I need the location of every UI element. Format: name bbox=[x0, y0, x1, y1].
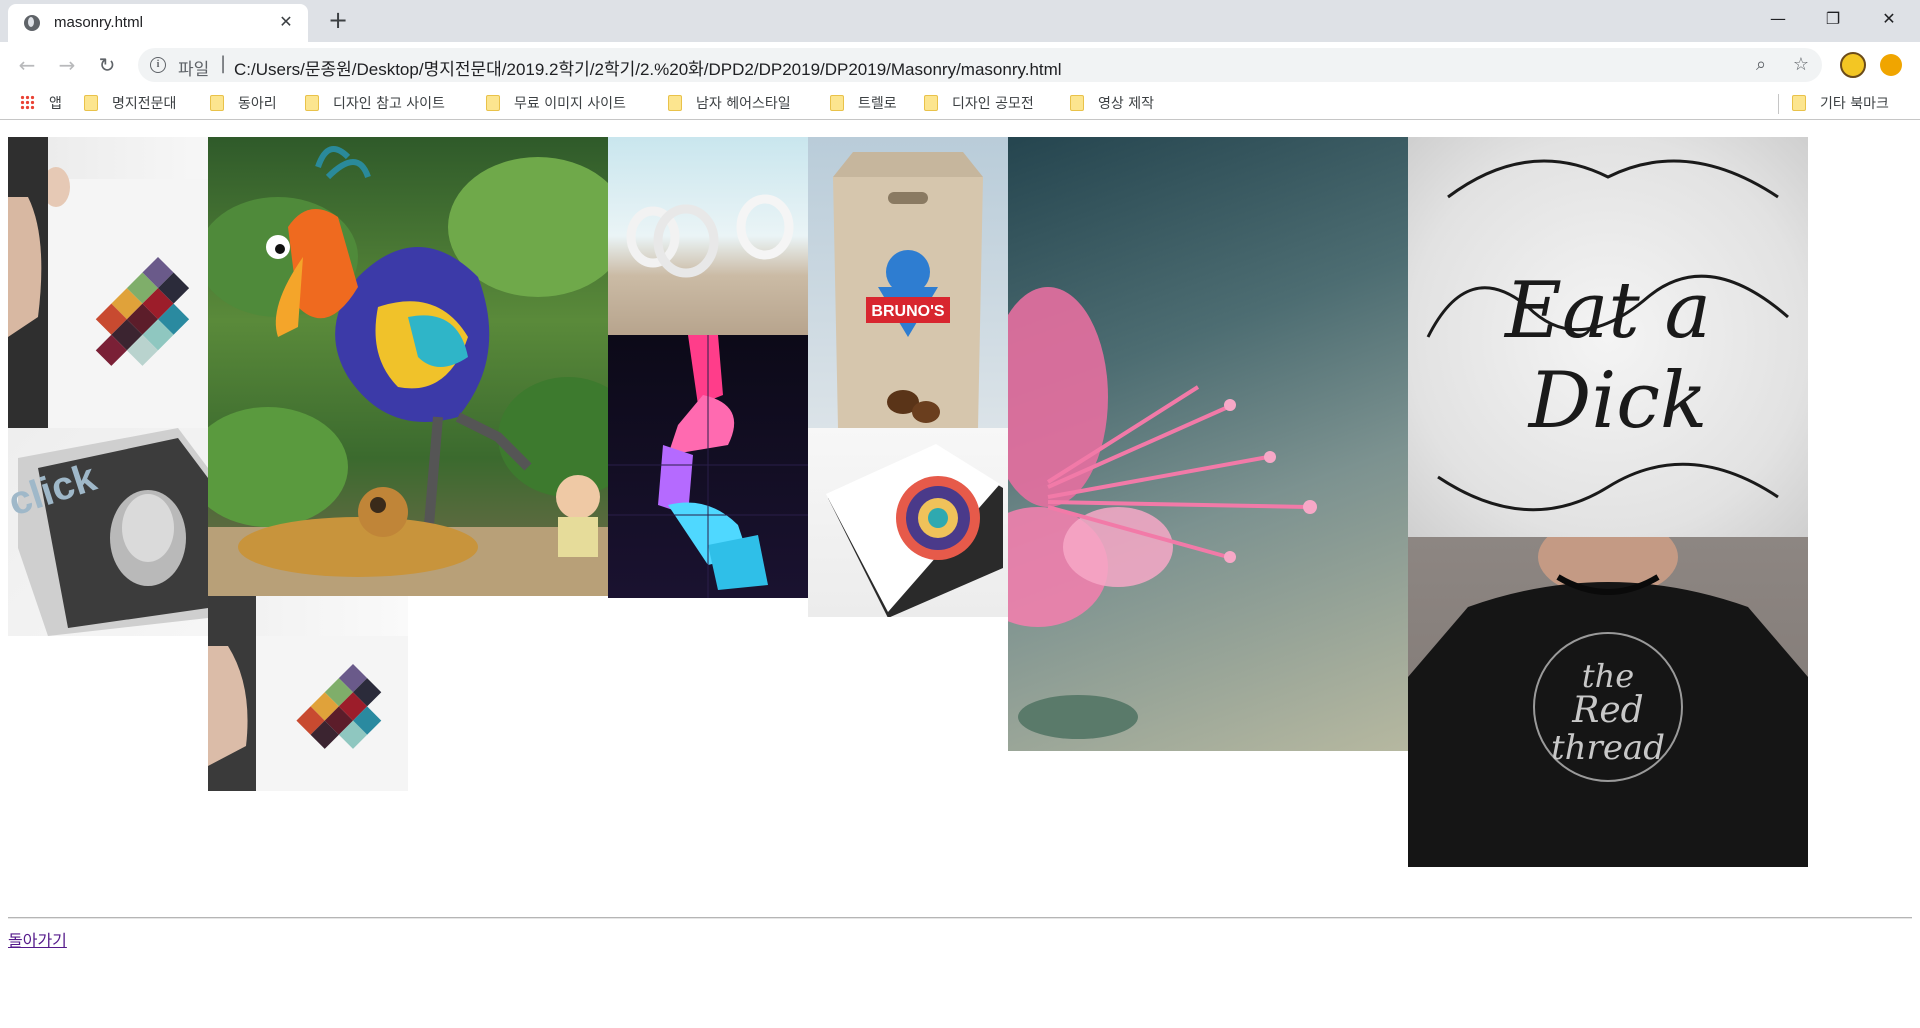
info-icon[interactable]: i bbox=[150, 57, 166, 73]
bookmark-folder[interactable]: 명지전문대 bbox=[84, 92, 176, 116]
magazine-art: click bbox=[8, 428, 208, 636]
svg-text:thread: thread bbox=[1551, 728, 1665, 768]
toolbar: ← → ↻ i 파일 | C:/Users/문종원/Desktop/명지전문대/… bbox=[0, 42, 1920, 88]
bookmark-label: 명지전문대 bbox=[112, 96, 177, 112]
poster-swatches-art-2 bbox=[208, 596, 408, 791]
page-content: click BRUNO'S Eat a Dick the Red thread … bbox=[0, 121, 1920, 1028]
bookmark-label: 디자인 공모전 bbox=[952, 96, 1034, 112]
minimize-button[interactable]: — bbox=[1751, 0, 1805, 38]
bookmark-label: 무료 이미지 사이트 bbox=[514, 96, 626, 112]
poster-colour-swatches-image bbox=[8, 137, 208, 428]
red-thread-tshirt-image: the Red thread bbox=[1408, 537, 1808, 867]
folder-icon bbox=[1070, 95, 1084, 111]
folder-icon bbox=[210, 95, 224, 111]
brunos-coffee-bag-image: BRUNO'S bbox=[808, 137, 1008, 428]
click-magazine-image: click bbox=[8, 428, 208, 636]
scheme-label: 파일 bbox=[178, 60, 210, 79]
eat-a-dick-lettering-image: Eat a Dick bbox=[1408, 137, 1808, 537]
coffee-bag-art: BRUNO'S bbox=[833, 152, 983, 428]
bookmark-folder[interactable]: 트렐로 bbox=[830, 92, 897, 116]
book-art bbox=[826, 444, 1003, 617]
bookmark-star-icon[interactable]: ☆ bbox=[1790, 54, 1812, 76]
forward-arrow-icon[interactable]: → bbox=[52, 50, 82, 80]
bookmark-folder[interactable]: 디자인 공모전 bbox=[924, 92, 1034, 116]
bookmark-apps[interactable]: 앱 bbox=[20, 92, 62, 116]
bookmarks-bar: 앱 명지전문대 동아리 디자인 참고 사이트 무료 이미지 사이트 남자 헤어스… bbox=[0, 88, 1920, 120]
bird-art bbox=[208, 146, 608, 596]
bookmark-label: 동아리 bbox=[238, 96, 277, 112]
white-rings-sculpture-image bbox=[608, 137, 808, 335]
book-cover-illustration-image bbox=[808, 428, 1008, 617]
globe-icon bbox=[24, 15, 40, 31]
bookmark-label: 디자인 참고 사이트 bbox=[333, 96, 445, 112]
folder-icon bbox=[924, 95, 938, 111]
bookmark-divider bbox=[1778, 94, 1779, 114]
folder-icon bbox=[84, 95, 98, 111]
back-arrow-icon[interactable]: ← bbox=[12, 50, 42, 80]
extension-icon[interactable] bbox=[1840, 52, 1866, 78]
back-link[interactable]: 돌아가기 bbox=[8, 927, 67, 951]
bookmark-apps-label: 앱 bbox=[49, 96, 62, 112]
svg-text:Dick: Dick bbox=[1527, 356, 1707, 446]
restore-button[interactable]: ❐ bbox=[1806, 0, 1860, 38]
zoom-icon[interactable]: ⌕ bbox=[1750, 54, 1772, 76]
close-window-button[interactable]: ✕ bbox=[1862, 0, 1916, 38]
folder-icon bbox=[305, 95, 319, 111]
svg-text:Red: Red bbox=[1571, 690, 1643, 731]
folder-icon bbox=[668, 95, 682, 111]
neon-ribbon-type-image bbox=[608, 335, 808, 598]
poster-colour-swatches-2-image bbox=[208, 596, 408, 791]
tab-title: masonry.html bbox=[54, 14, 143, 31]
bookmark-folder[interactable]: 남자 헤어스타일 bbox=[668, 92, 791, 116]
neon-art bbox=[608, 335, 808, 598]
address-bar[interactable]: i 파일 | C:/Users/문종원/Desktop/명지전문대/2019.2… bbox=[138, 48, 1822, 82]
svg-text:BRUNO'S: BRUNO'S bbox=[871, 303, 944, 320]
bookmark-label: 남자 헤어스타일 bbox=[696, 96, 791, 112]
bookmark-folder[interactable]: 디자인 참고 사이트 bbox=[305, 92, 445, 116]
kevin-bird-jungle-image bbox=[208, 137, 608, 596]
update-icon[interactable] bbox=[1880, 54, 1902, 76]
new-tab-button[interactable]: + bbox=[326, 8, 350, 33]
bookmark-folder[interactable]: 동아리 bbox=[210, 92, 277, 116]
apps-grid-icon bbox=[20, 95, 35, 110]
folder-icon bbox=[830, 95, 844, 111]
lettering-art: Eat a Dick bbox=[1426, 159, 1789, 512]
horizontal-rule bbox=[8, 917, 1912, 919]
close-tab-icon[interactable]: ✕ bbox=[276, 12, 296, 32]
flower-art bbox=[1008, 287, 1317, 739]
bookmark-label: 트렐로 bbox=[858, 96, 897, 112]
bookmark-folder[interactable]: 무료 이미지 사이트 bbox=[486, 92, 626, 116]
reload-icon[interactable]: ↻ bbox=[92, 50, 122, 80]
poster-swatches-art bbox=[8, 137, 208, 428]
pink-flower-macro-image bbox=[1008, 137, 1408, 751]
bookmark-label: 기타 북마크 bbox=[1820, 96, 1889, 112]
tshirt-art: the Red thread bbox=[1408, 537, 1808, 867]
svg-text:Eat a: Eat a bbox=[1503, 266, 1711, 356]
folder-icon bbox=[1792, 95, 1806, 111]
url-text[interactable]: C:/Users/문종원/Desktop/명지전문대/2019.2학기/2학기/… bbox=[234, 55, 1062, 80]
bookmark-label: 영상 제작 bbox=[1098, 96, 1154, 112]
url-separator: | bbox=[220, 53, 227, 74]
folder-icon bbox=[486, 95, 500, 111]
bookmark-folder[interactable]: 영상 제작 bbox=[1070, 92, 1154, 116]
rings-art bbox=[626, 194, 794, 278]
browser-tab[interactable]: masonry.html ✕ bbox=[8, 4, 308, 42]
bookmark-other[interactable]: 기타 북마크 bbox=[1792, 92, 1889, 116]
tab-strip: masonry.html ✕ + — ❐ ✕ bbox=[0, 0, 1920, 42]
